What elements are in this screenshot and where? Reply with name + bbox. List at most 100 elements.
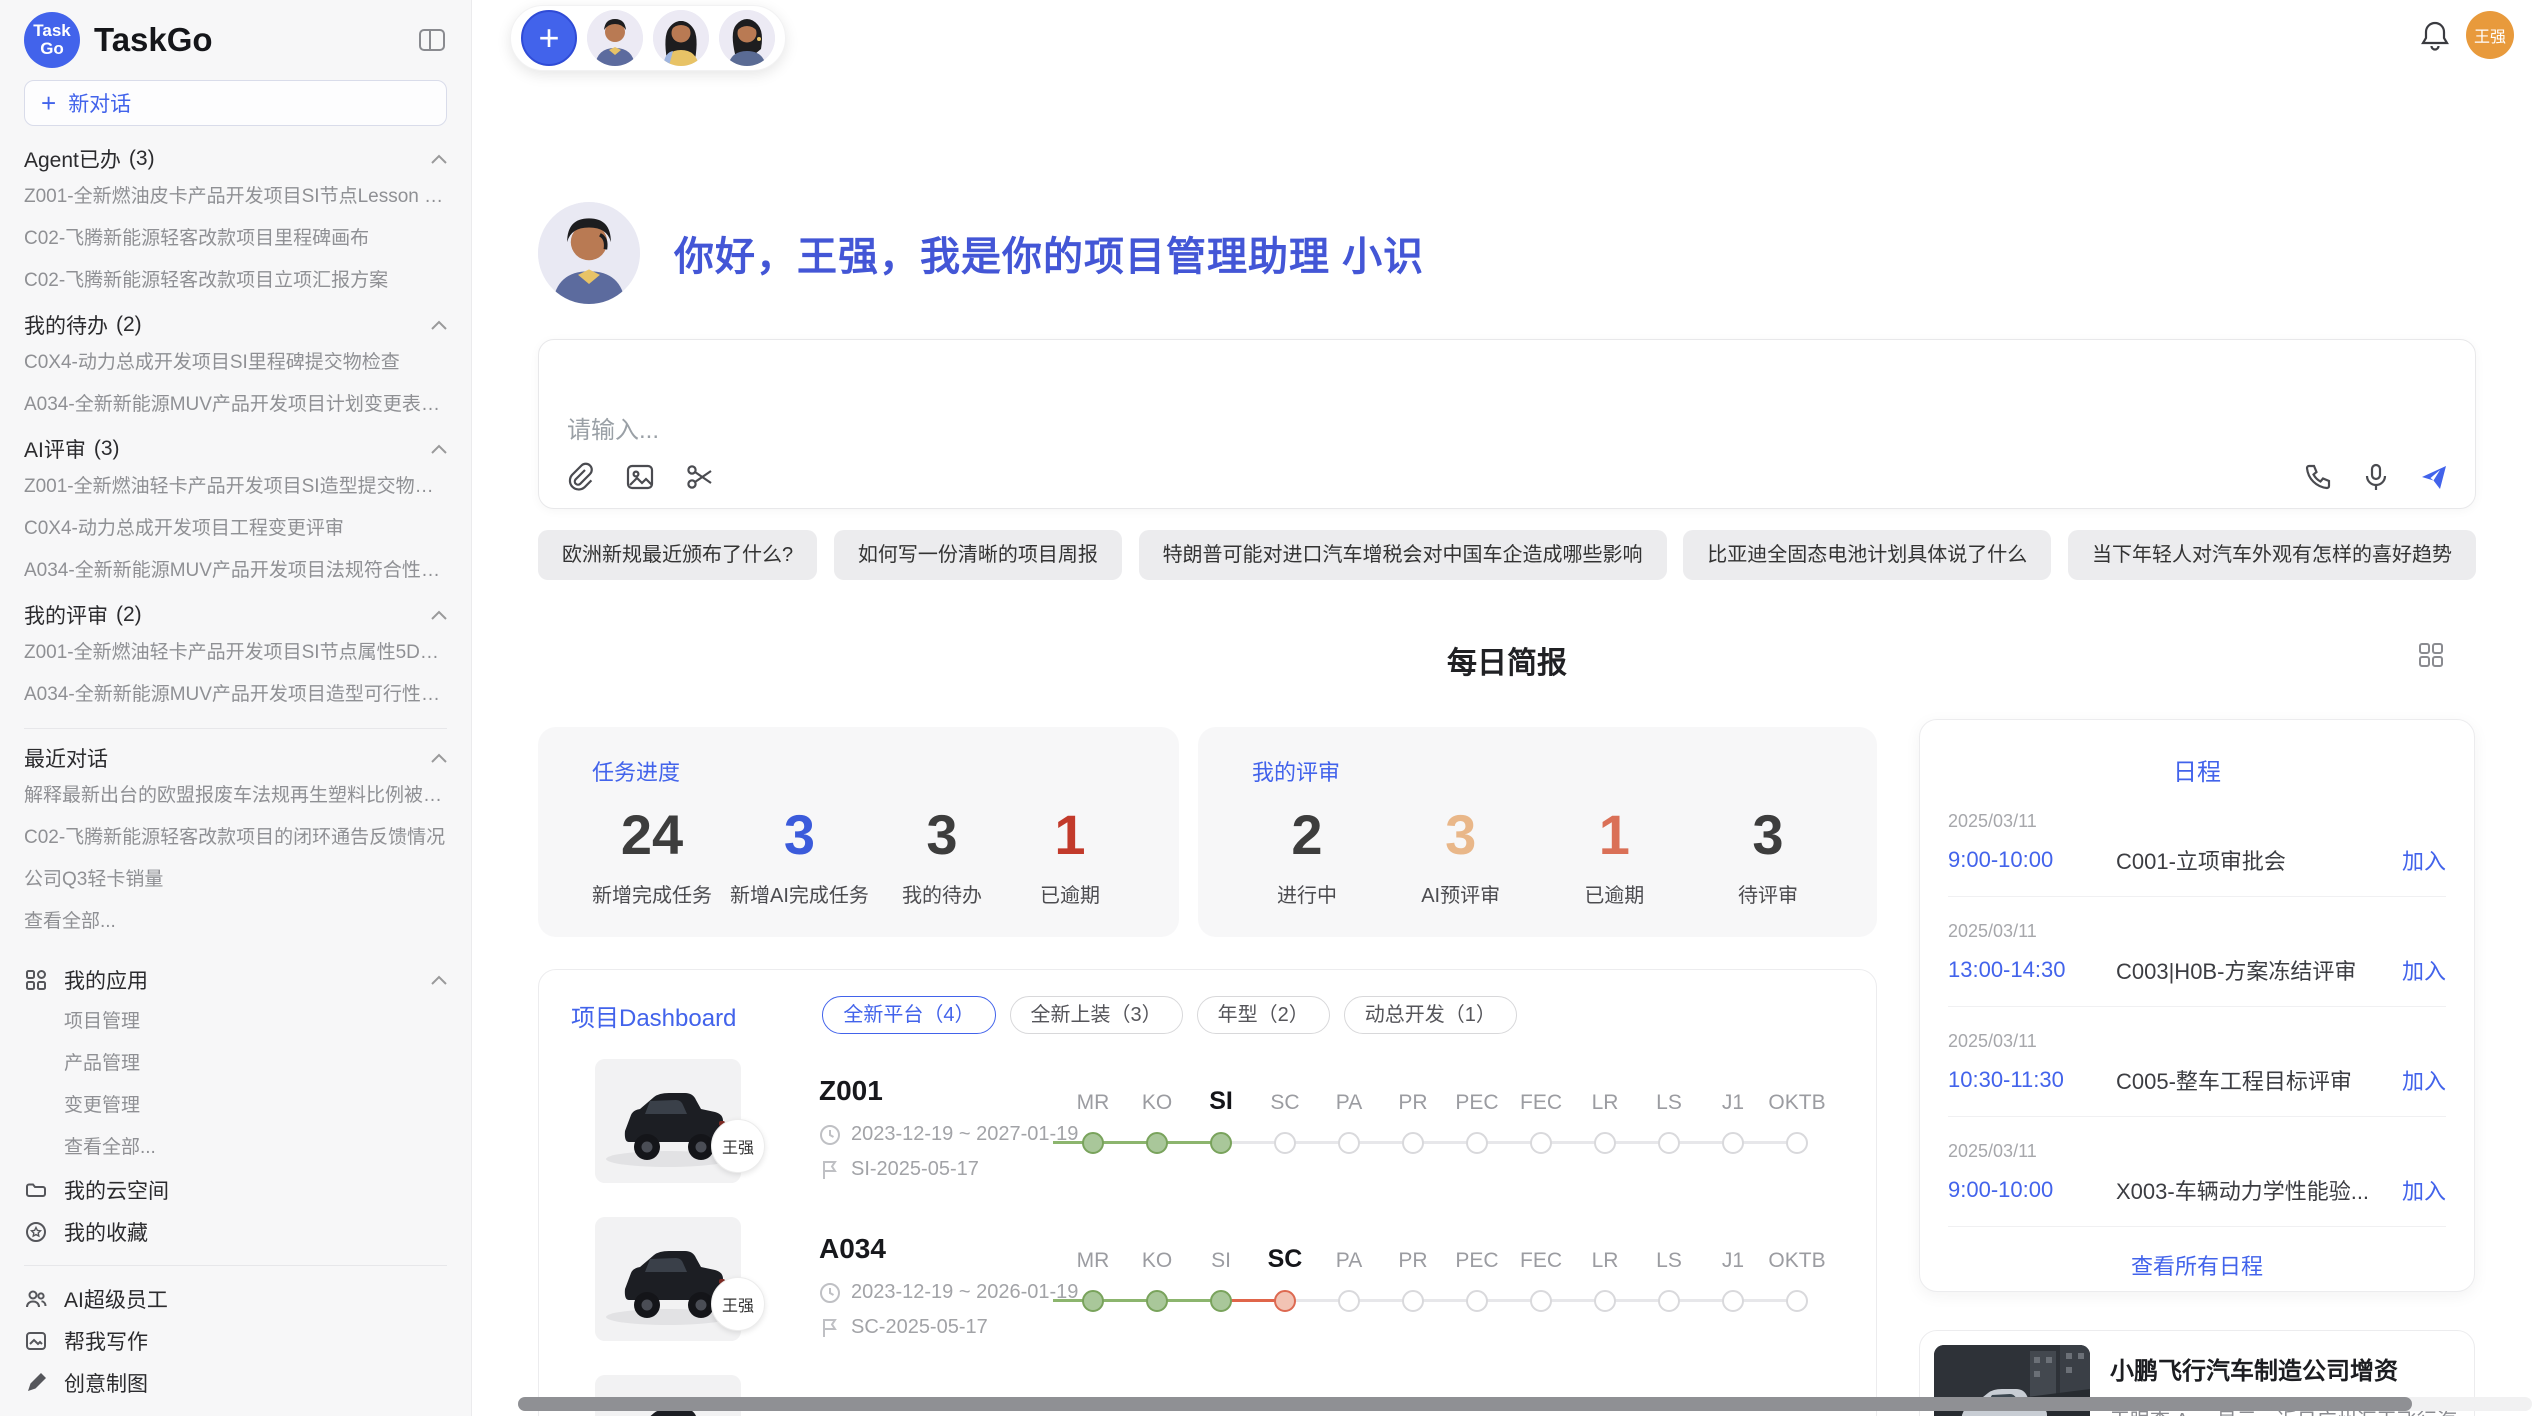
suggestion-chip[interactable]: 欧洲新规最近颁布了什么? — [538, 530, 817, 580]
milestone-dot[interactable] — [1658, 1290, 1680, 1312]
milestone-dot[interactable] — [1146, 1132, 1168, 1154]
list-item[interactable]: C02-飞腾新能源轻客改款项目立项汇报方案 — [24, 260, 447, 302]
milestone-dot[interactable] — [1146, 1290, 1168, 1312]
app-item-project-mgmt[interactable]: 项目管理 — [24, 1001, 447, 1043]
scissors-icon[interactable] — [685, 462, 715, 492]
list-item[interactable]: Z001-全新燃油轻卡产品开发项目SI造型提交物评审 — [24, 466, 447, 508]
section-count: (3) — [94, 437, 120, 461]
join-link[interactable]: 加入 — [2402, 1064, 2446, 1096]
milestone-dot[interactable] — [1658, 1132, 1680, 1154]
chevron-up-icon[interactable] — [431, 610, 447, 620]
tab-year-model[interactable]: 年型（2） — [1197, 996, 1330, 1034]
milestone-label: LR — [1573, 1091, 1637, 1115]
project-row[interactable]: 王强 A034 2023-12-19 ~ 2026-01-19 SC-2025-… — [595, 1217, 1845, 1369]
agent-avatar-3[interactable] — [719, 10, 775, 66]
add-agent-button[interactable]: + — [521, 10, 577, 66]
chat-input-placeholder[interactable]: 请输入... — [567, 410, 659, 445]
milestone-dot[interactable] — [1466, 1290, 1488, 1312]
app-item-product-mgmt[interactable]: 产品管理 — [24, 1043, 447, 1085]
agent-avatar-1[interactable] — [587, 10, 643, 66]
user-avatar[interactable]: 王强 — [2466, 11, 2514, 59]
suggestion-chip[interactable]: 比亚迪全固态电池计划具体说了什么 — [1683, 530, 2051, 580]
milestone-dot[interactable] — [1338, 1290, 1360, 1312]
milestone-dot[interactable] — [1722, 1290, 1744, 1312]
milestone-dot[interactable] — [1594, 1132, 1616, 1154]
tab-all-new-platform[interactable]: 全新平台（4） — [822, 996, 995, 1034]
agent-avatar-2[interactable] — [653, 10, 709, 66]
milestone-dot[interactable] — [1338, 1132, 1360, 1154]
section-my-review[interactable]: 我的评审 (2) — [24, 598, 447, 632]
tab-powertrain[interactable]: 动总开发（1） — [1344, 996, 1517, 1034]
layout-grid-icon[interactable] — [2416, 640, 2446, 670]
sidebar-item-write-for-me[interactable]: 帮我写作 — [24, 1320, 447, 1362]
collapse-sidebar-icon[interactable] — [417, 25, 447, 55]
event-row: 13:00-14:30 C003|H0B-方案冻结评审 加入 — [1948, 954, 2446, 986]
join-link[interactable]: 加入 — [2402, 844, 2446, 876]
owner-name: 王强 — [722, 1134, 754, 1158]
join-link[interactable]: 加入 — [2402, 954, 2446, 986]
milestone-dot[interactable] — [1530, 1290, 1552, 1312]
milestone-dot[interactable] — [1402, 1132, 1424, 1154]
milestone-label: KO — [1125, 1091, 1189, 1115]
join-link[interactable]: 加入 — [2402, 1174, 2446, 1206]
chevron-up-icon[interactable] — [431, 320, 447, 330]
new-chat-button[interactable]: + 新对话 — [24, 80, 447, 126]
microphone-icon[interactable] — [2361, 462, 2391, 492]
image-writing-icon — [24, 1329, 48, 1353]
app-item-change-mgmt[interactable]: 变更管理 — [24, 1085, 447, 1127]
section-agent-done[interactable]: Agent已办 (3) — [24, 142, 447, 176]
milestone-dot[interactable] — [1466, 1132, 1488, 1154]
suggestion-chip[interactable]: 当下年轻人对汽车外观有怎样的喜好趋势 — [2068, 530, 2476, 580]
list-item[interactable]: 解释最新出台的欧盟报废车法规再生塑料比例被调至15%... — [24, 775, 447, 817]
list-item[interactable]: C02-飞腾新能源轻客改款项目的闭环通告反馈情况 — [24, 817, 447, 859]
milestone-dot[interactable] — [1722, 1132, 1744, 1154]
list-item[interactable]: C02-飞腾新能源轻客改款项目里程碑画布 — [24, 218, 447, 260]
chevron-up-icon[interactable] — [431, 975, 447, 985]
suggestion-chip[interactable]: 特朗普可能对进口汽车增税会对中国车企造成哪些影响 — [1139, 530, 1667, 580]
project-row[interactable]: 王强 Z001 2023-12-19 ~ 2027-01-19 SI-2025-… — [595, 1059, 1845, 1211]
chevron-up-icon[interactable] — [431, 444, 447, 454]
send-icon[interactable] — [2419, 462, 2449, 492]
milestone-dot[interactable] — [1786, 1132, 1808, 1154]
milestone-dot[interactable] — [1786, 1290, 1808, 1312]
milestone-dot[interactable] — [1082, 1290, 1104, 1312]
tab-new-body[interactable]: 全新上装（3） — [1010, 996, 1183, 1034]
sidebar-item-creative-drawing[interactable]: 创意制图 — [24, 1362, 447, 1404]
notifications-bell-icon[interactable] — [2420, 20, 2450, 52]
milestone-dot[interactable] — [1594, 1290, 1616, 1312]
list-item[interactable]: A034-全新新能源MUV产品开发项目法规符合性评审 — [24, 550, 447, 592]
sidebar-item-my-apps[interactable]: 我的应用 — [24, 959, 447, 1001]
list-item[interactable]: A034-全新新能源MUV产品开发项目计划变更表编写 — [24, 384, 447, 426]
milestone-dot[interactable] — [1402, 1290, 1424, 1312]
section-my-todo[interactable]: 我的待办 (2) — [24, 308, 447, 342]
paperclip-icon[interactable] — [565, 462, 595, 492]
view-all-apps[interactable]: 查看全部... — [24, 1127, 447, 1169]
view-all-chats[interactable]: 查看全部... — [24, 901, 447, 943]
list-item[interactable]: 公司Q3轻卡销量 — [24, 859, 447, 901]
list-item[interactable]: Z001-全新燃油皮卡产品开发项目SI节点Lesson Learn报告 — [24, 176, 447, 218]
image-icon[interactable] — [625, 462, 655, 492]
section-recent-chats[interactable]: 最近对话 — [24, 741, 447, 775]
list-item[interactable]: C0X4-动力总成开发项目SI里程碑提交物检查 — [24, 342, 447, 384]
phone-icon[interactable] — [2303, 462, 2333, 492]
list-item[interactable]: C0X4-动力总成开发项目工程变更评审 — [24, 508, 447, 550]
sidebar-item-ai-super-staff[interactable]: AI超级员工 — [24, 1278, 447, 1320]
horizontal-scrollbar-thumb[interactable] — [518, 1397, 2412, 1411]
section-ai-review[interactable]: AI评审 (3) — [24, 432, 447, 466]
milestone-dot[interactable] — [1274, 1132, 1296, 1154]
suggestion-chip[interactable]: 如何写一份清晰的项目周报 — [834, 530, 1122, 580]
milestone-dot[interactable] — [1082, 1132, 1104, 1154]
chat-input-card[interactable]: 请输入... — [538, 339, 2476, 509]
chevron-up-icon[interactable] — [431, 154, 447, 164]
milestone-dot[interactable] — [1210, 1132, 1232, 1154]
section-label: 我的待办 — [24, 310, 108, 340]
list-item[interactable]: A034-全新新能源MUV产品开发项目造型可行性评审 — [24, 674, 447, 716]
milestone-dot[interactable] — [1274, 1290, 1296, 1312]
milestone-dot[interactable] — [1210, 1290, 1232, 1312]
list-item[interactable]: Z001-全新燃油轻卡产品开发项目SI节点属性5D文件评审 — [24, 632, 447, 674]
sidebar-item-cloud-space[interactable]: 我的云空间 — [24, 1169, 447, 1211]
view-all-schedule-link[interactable]: 查看所有日程 — [1948, 1249, 2446, 1281]
sidebar-item-favorites[interactable]: 我的收藏 — [24, 1211, 447, 1253]
milestone-dot[interactable] — [1530, 1132, 1552, 1154]
chevron-up-icon[interactable] — [431, 753, 447, 763]
